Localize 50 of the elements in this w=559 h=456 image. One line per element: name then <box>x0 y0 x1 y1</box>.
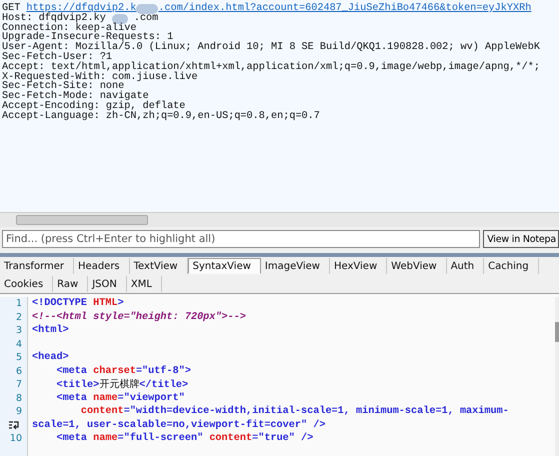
line-number: 4 <box>16 338 22 351</box>
url-link[interactable]: .com/index.html?account=602487_JiuSeZhiBo47466&token=eyJkYXRh <box>158 4 532 14</box>
line-number: 7 <box>16 378 22 392</box>
code-line: <meta name="full-screen" content="true" /> <box>55 433 314 444</box>
view-in-notepad-button[interactable]: View in Notepa <box>483 230 559 248</box>
line-number: 2 <box>16 310 22 324</box>
url-link[interactable]: https://dfqdvip2.k <box>26 4 136 14</box>
header-line: Accept-Encoding: gzip, deflate <box>2 102 186 112</box>
code-line: <meta name="viewport" <box>55 392 185 404</box>
tab[interactable]: HexView <box>330 258 388 274</box>
tab[interactable]: XML <box>126 276 162 292</box>
find-field[interactable]: Find... (press Ctrl+Enter to highlight all) <box>2 230 480 248</box>
header-line: Accept-Language: zh-CN,zh;q=0.9,en-US;q=0.8,en;q=0.7 <box>2 112 320 122</box>
code-line: scale=1, user-scalable=no,viewport-fit=cover" /> <box>32 420 326 430</box>
header-line: Sec-Fetch-User: ?1 <box>2 52 112 63</box>
redaction-blob <box>112 14 128 24</box>
header-name: Host: <box>2 14 33 24</box>
code-line: <head> <box>32 352 69 363</box>
tab[interactable]: WebView <box>387 258 447 274</box>
tab[interactable]: Cookies <box>0 276 54 292</box>
tab[interactable]: JSON <box>88 276 127 292</box>
code-line: <!DOCTYPE HTML> <box>32 298 124 309</box>
line-number: 3 <box>16 324 22 338</box>
code-line: <!--<html style="height: 720px">--> <box>32 312 246 322</box>
line-number: 6 <box>16 364 22 378</box>
header-line: Accept: text/html,application/xhtml+xml,application/xml;q=0.9,image/webp,image/apng,*/*; <box>2 62 540 73</box>
line-number: 1 <box>16 297 22 310</box>
header-value: dfqdvip2.ky <box>38 14 106 24</box>
scrollbar[interactable] <box>0 212 559 227</box>
code-line: <meta charset="utf-8"> <box>55 366 191 376</box>
header-line: User-Agent: Mozilla/5.0 (Linux; Android 10; MI 8 SE Build/QKQ1.190828.002; wv) AppleWebK <box>2 43 540 53</box>
tab[interactable]: SyntaxView <box>188 258 261 274</box>
http-method: GET <box>2 4 20 14</box>
code-line: <html> <box>32 325 69 336</box>
tab[interactable]: Transformer <box>0 258 74 274</box>
tab[interactable]: Auth <box>446 258 484 274</box>
header-value: .com <box>134 14 158 24</box>
tab[interactable]: Headers <box>74 258 130 274</box>
redaction-blob <box>136 4 158 14</box>
tab[interactable]: Raw <box>53 276 88 292</box>
header-line: X-Requested-With: com.jiuse.live <box>2 72 198 82</box>
line-number: 5 <box>16 351 22 364</box>
line-number: 9 <box>16 405 22 418</box>
tab[interactable]: Caching <box>484 258 539 274</box>
line-number: 10 <box>10 432 22 446</box>
code-line: <title>开元棋牌</title> <box>55 380 188 391</box>
line-number: 8 <box>16 392 22 405</box>
header-line: Sec-Fetch-Mode: navigate <box>2 92 149 102</box>
tab[interactable]: ImageView <box>260 258 330 274</box>
code-line: content="width=device-width,initial-scale=1, minimum-scale=1, maximum- <box>80 406 509 417</box>
